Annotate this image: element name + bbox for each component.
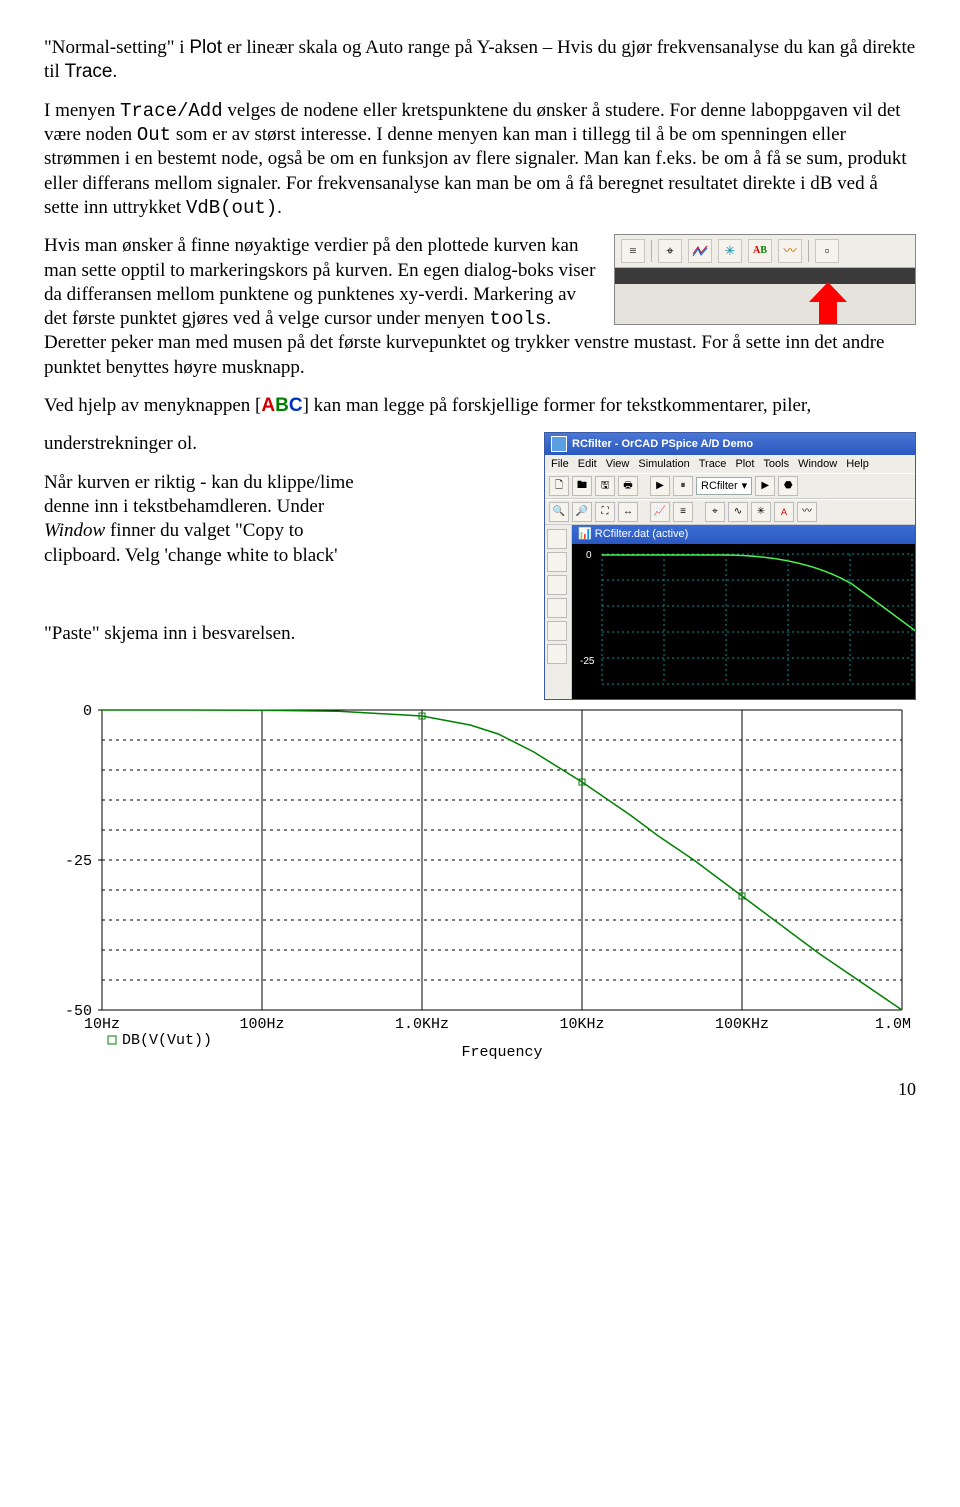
abc-annotate-icon: AB <box>748 239 772 263</box>
paragraph-1: "Normal-setting" i Plot er lineær skala … <box>44 36 916 85</box>
pspice-plot-area: 0 -25 <box>572 544 915 699</box>
svg-text:-25: -25 <box>580 656 595 667</box>
toggle-cursor-icon: ⌖ <box>658 239 682 263</box>
svg-text:0: 0 <box>586 550 592 561</box>
paragraph-2: I menyen Trace/Add velges de nodene elle… <box>44 99 916 221</box>
graph-pair-icon <box>688 239 712 263</box>
paragraph-6: Når kurven er riktig - kan du klippe/lim… <box>44 471 364 568</box>
svg-text:0: 0 <box>83 703 92 720</box>
svg-text:10Hz: 10Hz <box>84 1016 120 1033</box>
svg-text:1.0KHz: 1.0KHz <box>395 1016 449 1033</box>
toolbar-icon: ≡ <box>621 239 645 263</box>
svg-text:100Hz: 100Hz <box>239 1016 284 1033</box>
pspice-combo: RCfilter▾ <box>696 477 752 495</box>
pspice-left-toolbar <box>545 525 572 698</box>
svg-text:10KHz: 10KHz <box>559 1016 604 1033</box>
cursor-cross-icon: ✳ <box>718 239 742 263</box>
svg-text:1.0MHz: 1.0MHz <box>875 1016 912 1033</box>
pasted-bode-plot: 0-25-5010Hz100Hz1.0KHz10KHz100KHz1.0MHzD… <box>44 660 912 1059</box>
red-arrow-annotation <box>615 284 915 324</box>
pspice-titlebar: RCfilter - OrCAD PSpice A/D Demo <box>545 433 915 455</box>
misc-icon: ▫ <box>815 239 839 263</box>
pspice-toolbar-2: 🔍🔎⛶↔ 📈≡ ⌖∿✳A〰 <box>545 499 915 525</box>
pspice-toolbar-1: 🗋🖿🖫🖶 ▶⏸ RCfilter▾ ▶⬣ <box>545 473 915 499</box>
pspice-screenshot: RCfilter - OrCAD PSpice A/D Demo FileEdi… <box>544 432 916 699</box>
svg-text:100KHz: 100KHz <box>715 1016 769 1033</box>
pspice-title-text: RCfilter - OrCAD PSpice A/D Demo <box>572 437 753 451</box>
svg-text:DB(V(Vut)): DB(V(Vut)) <box>122 1032 212 1049</box>
paragraph-4: Ved hjelp av menyknappen [ABC] kan man l… <box>44 394 916 418</box>
svg-text:-25: -25 <box>65 853 92 870</box>
svg-text:Frequency: Frequency <box>461 1044 542 1060</box>
wave-icon: 〰 <box>778 239 802 263</box>
pspice-plot-tab: 📊 RCfilter.dat (active) <box>572 525 915 543</box>
toolbar-screenshot: ≡ ⌖ ✳ AB 〰 ▫ <box>614 234 916 325</box>
page-number: 10 <box>44 1078 916 1101</box>
pspice-menubar: FileEditViewSimulationTracePlotToolsWind… <box>545 455 915 473</box>
app-icon <box>551 436 567 452</box>
